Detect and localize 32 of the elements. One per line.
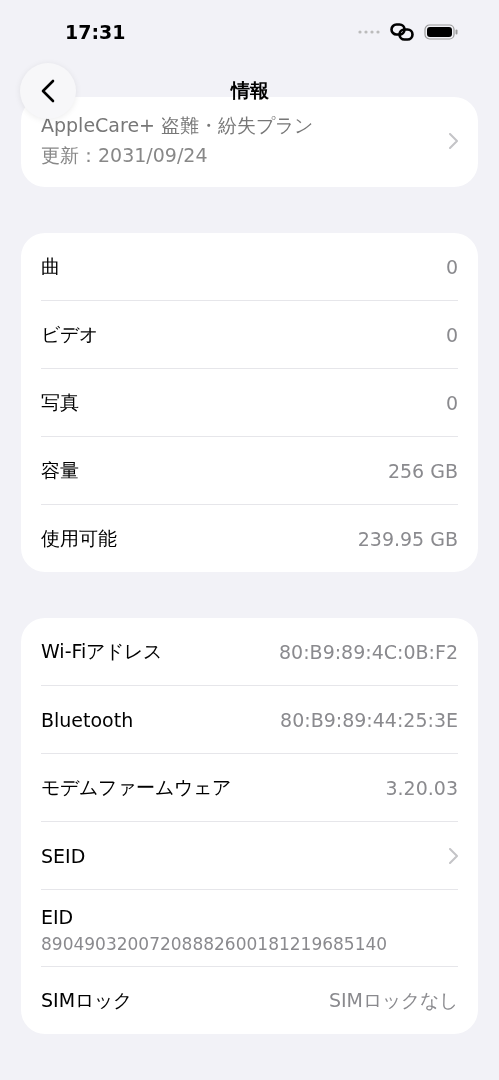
- row-value: 0: [445, 323, 458, 346]
- row-label: 使用可能: [41, 525, 117, 551]
- link-icon: [390, 22, 414, 41]
- row-value: 80:B9:89:44:25:3E: [280, 708, 458, 731]
- back-icon: [41, 79, 55, 103]
- row-label: 容量: [41, 457, 79, 483]
- row-label: Wi-Fiアドレス: [41, 638, 163, 664]
- row-value: 0: [445, 255, 458, 278]
- chevron-icon: [449, 847, 458, 864]
- row-value: 239.95 GB: [357, 527, 458, 550]
- plan-renewal: 更新：2031/09/24: [41, 143, 209, 168]
- battery-icon: [424, 23, 458, 40]
- signal-dots-icon: [358, 29, 380, 34]
- list-row[interactable]: SEID: [41, 822, 458, 890]
- row-label: EID: [41, 906, 75, 928]
- chevron-icon: [449, 133, 458, 149]
- row-label: SIMロック: [41, 987, 133, 1013]
- row-label: SEID: [41, 844, 86, 867]
- row-value: 256 GB: [387, 459, 458, 482]
- row-value: 3.20.03: [385, 776, 458, 799]
- row-label: 写真: [41, 389, 79, 415]
- row-label: ビデオ: [41, 321, 98, 347]
- row-value: SIMロックなし: [328, 987, 458, 1013]
- row-label: Bluetooth: [41, 708, 134, 731]
- row-label: 曲: [41, 253, 60, 279]
- back-button[interactable]: [20, 63, 76, 119]
- row-value: 80:B9:89:4C:0B:F2: [279, 640, 458, 663]
- row-value: 89049032007208882600181219685140: [41, 934, 389, 954]
- row-value: 0: [445, 391, 458, 414]
- row-label: モデムファームウェア: [41, 774, 231, 800]
- plan-title: AppleCare+ 盗難・紛失プラン: [41, 113, 314, 138]
- status-time: 17:31: [65, 20, 126, 43]
